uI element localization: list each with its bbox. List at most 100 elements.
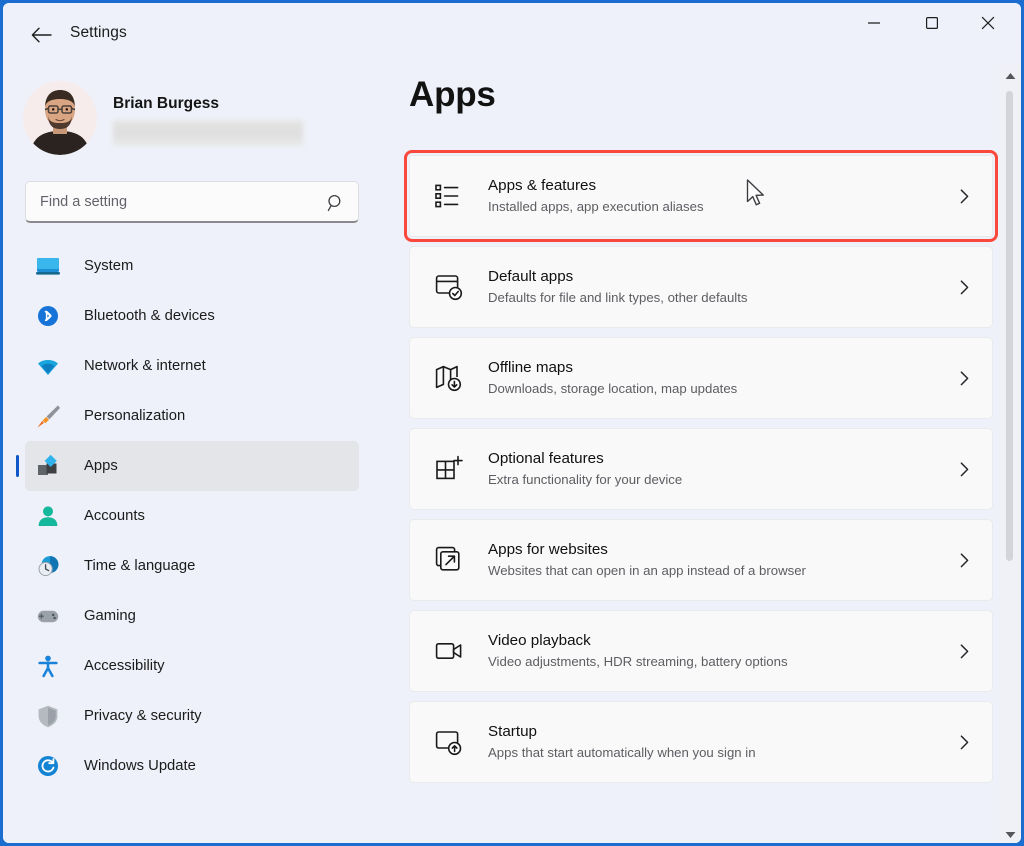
window-check-icon <box>432 270 466 304</box>
apps-icon <box>38 455 57 475</box>
settings-card-video-playback[interactable]: Video playback Video adjustments, HDR str… <box>409 610 993 692</box>
sidebar-nav: System Bluetooth & devices Network & inter… <box>3 241 381 791</box>
account-tile[interactable]: Brian Burgess <box>23 73 323 161</box>
sidebar-item-apps[interactable]: Apps <box>16 441 359 491</box>
close-button[interactable] <box>965 3 1011 43</box>
paintbrush-icon <box>36 404 60 428</box>
minimize-button[interactable] <box>851 3 897 43</box>
card-title: Default apps <box>488 268 574 285</box>
card-title: Startup <box>488 723 537 740</box>
chevron-right-icon[interactable] <box>960 552 970 568</box>
settings-card-apps-features[interactable]: Apps & features Installed apps, app execu… <box>404 150 998 242</box>
card-text: Offline maps Downloads, storage location,… <box>488 358 960 398</box>
sidebar-item-label: Windows Update <box>84 758 196 774</box>
card-subtitle: Installed apps, app execution aliases <box>488 198 704 214</box>
card-text: Startup Apps that start automatically whe… <box>488 722 960 762</box>
sidebar-item-accessibility[interactable]: Accessibility <box>25 641 359 691</box>
sidebar-item-personalization[interactable]: Personalization <box>25 391 359 441</box>
settings-card-default-apps[interactable]: Default apps Defaults for file and link t… <box>409 246 993 328</box>
card-subtitle: Defaults for file and link types, other … <box>488 289 748 305</box>
card-subtitle: Video adjustments, HDR streaming, batter… <box>488 653 788 669</box>
external-link-icon <box>432 543 466 577</box>
chevron-right-icon[interactable] <box>960 643 970 659</box>
sidebar-item-label: Gaming <box>84 608 136 624</box>
card-title: Offline maps <box>488 359 573 376</box>
scrollbar[interactable] <box>999 65 1021 843</box>
minimize-icon <box>868 22 880 24</box>
maximize-icon <box>926 17 939 30</box>
monitor-icon <box>36 258 60 275</box>
chevron-right-icon[interactable] <box>960 734 970 750</box>
external-link-icon <box>435 546 460 571</box>
content-pane: Apps Apps & features Installed apps, app … <box>381 65 1021 843</box>
scroll-up-arrow-icon[interactable] <box>999 65 1021 87</box>
bulleted-list-icon <box>432 179 466 213</box>
card-text: Apps & features Installed apps, app execu… <box>488 176 960 216</box>
card-title: Optional features <box>488 450 604 467</box>
settings-card-list: Apps & features Installed apps, app execu… <box>404 150 998 792</box>
sidebar-item-label: Apps <box>84 458 118 474</box>
bluetooth-icon <box>38 306 58 326</box>
close-icon <box>981 16 995 30</box>
search-box[interactable] <box>25 181 359 223</box>
settings-card-offline-maps[interactable]: Offline maps Downloads, storage location,… <box>409 337 993 419</box>
scroll-down-arrow-icon[interactable] <box>999 824 1021 843</box>
sidebar-item-network-internet[interactable]: Network & internet <box>25 341 359 391</box>
avatar <box>23 81 97 155</box>
chevron-right-icon <box>960 279 969 294</box>
sidebar-item-windows-update[interactable]: Windows Update <box>25 741 359 791</box>
sidebar-item-time-language[interactable]: Time & language <box>25 541 359 591</box>
person-icon <box>33 503 63 529</box>
page-title: Apps <box>409 75 496 114</box>
chevron-right-icon[interactable] <box>960 279 970 295</box>
chevron-right-icon[interactable] <box>960 370 970 386</box>
video-camera-icon <box>435 643 462 659</box>
app-title: Settings <box>70 24 127 41</box>
maximize-button[interactable] <box>909 3 955 43</box>
card-subtitle: Websites that can open in an app instead… <box>488 562 806 578</box>
settings-card-optional-features[interactable]: Optional features Extra functionality for… <box>409 428 993 510</box>
bluetooth-icon <box>33 303 63 329</box>
sidebar-item-label: Bluetooth & devices <box>84 308 215 324</box>
gamepad-icon <box>33 603 63 629</box>
sidebar-item-label: Accessibility <box>84 658 165 674</box>
sidebar-item-privacy-security[interactable]: Privacy & security <box>25 691 359 741</box>
card-text: Optional features Extra functionality for… <box>488 449 960 489</box>
wifi-icon <box>38 359 58 375</box>
chevron-right-icon <box>960 461 969 476</box>
settings-card-apps-for-websites[interactable]: Apps for websites Websites that can open … <box>409 519 993 601</box>
window-check-icon <box>435 275 463 301</box>
map-download-icon <box>435 365 462 392</box>
startup-icon <box>432 725 466 759</box>
back-button[interactable] <box>23 17 59 53</box>
clock-globe-icon <box>33 553 63 579</box>
chevron-right-icon <box>960 188 969 203</box>
chevron-right-icon[interactable] <box>960 461 970 477</box>
chevron-right-icon <box>960 552 969 567</box>
startup-icon <box>435 731 462 756</box>
sidebar-item-gaming[interactable]: Gaming <box>25 591 359 641</box>
card-text: Default apps Defaults for file and link t… <box>488 267 960 307</box>
card-text: Apps for websites Websites that can open … <box>488 540 960 580</box>
chevron-right-icon[interactable] <box>960 188 970 204</box>
sidebar-item-accounts[interactable]: Accounts <box>25 491 359 541</box>
shield-icon <box>38 705 58 727</box>
chevron-right-icon <box>960 643 969 658</box>
chevron-right-icon <box>960 370 969 385</box>
scrollbar-thumb[interactable] <box>1006 91 1013 561</box>
card-subtitle: Downloads, storage location, map updates <box>488 380 738 396</box>
sidebar-item-label: Personalization <box>84 408 186 424</box>
card-title: Apps & features <box>488 177 597 194</box>
settings-card-startup[interactable]: Startup Apps that start automatically whe… <box>409 701 993 783</box>
gamepad-icon <box>37 610 59 622</box>
sidebar: Brian Burgess System Bluetooth & devices N… <box>3 65 381 843</box>
wifi-icon <box>33 353 63 379</box>
sidebar-item-bluetooth-devices[interactable]: Bluetooth & devices <box>25 291 359 341</box>
sidebar-item-system[interactable]: System <box>25 241 359 291</box>
update-icon <box>33 753 63 779</box>
card-text: Video playback Video adjustments, HDR str… <box>488 631 960 671</box>
chevron-right-icon <box>960 734 969 749</box>
settings-window: Settings Brian Burgess Find a setting Sy… <box>0 0 1024 846</box>
search-input[interactable] <box>40 182 320 221</box>
update-icon <box>38 756 58 776</box>
